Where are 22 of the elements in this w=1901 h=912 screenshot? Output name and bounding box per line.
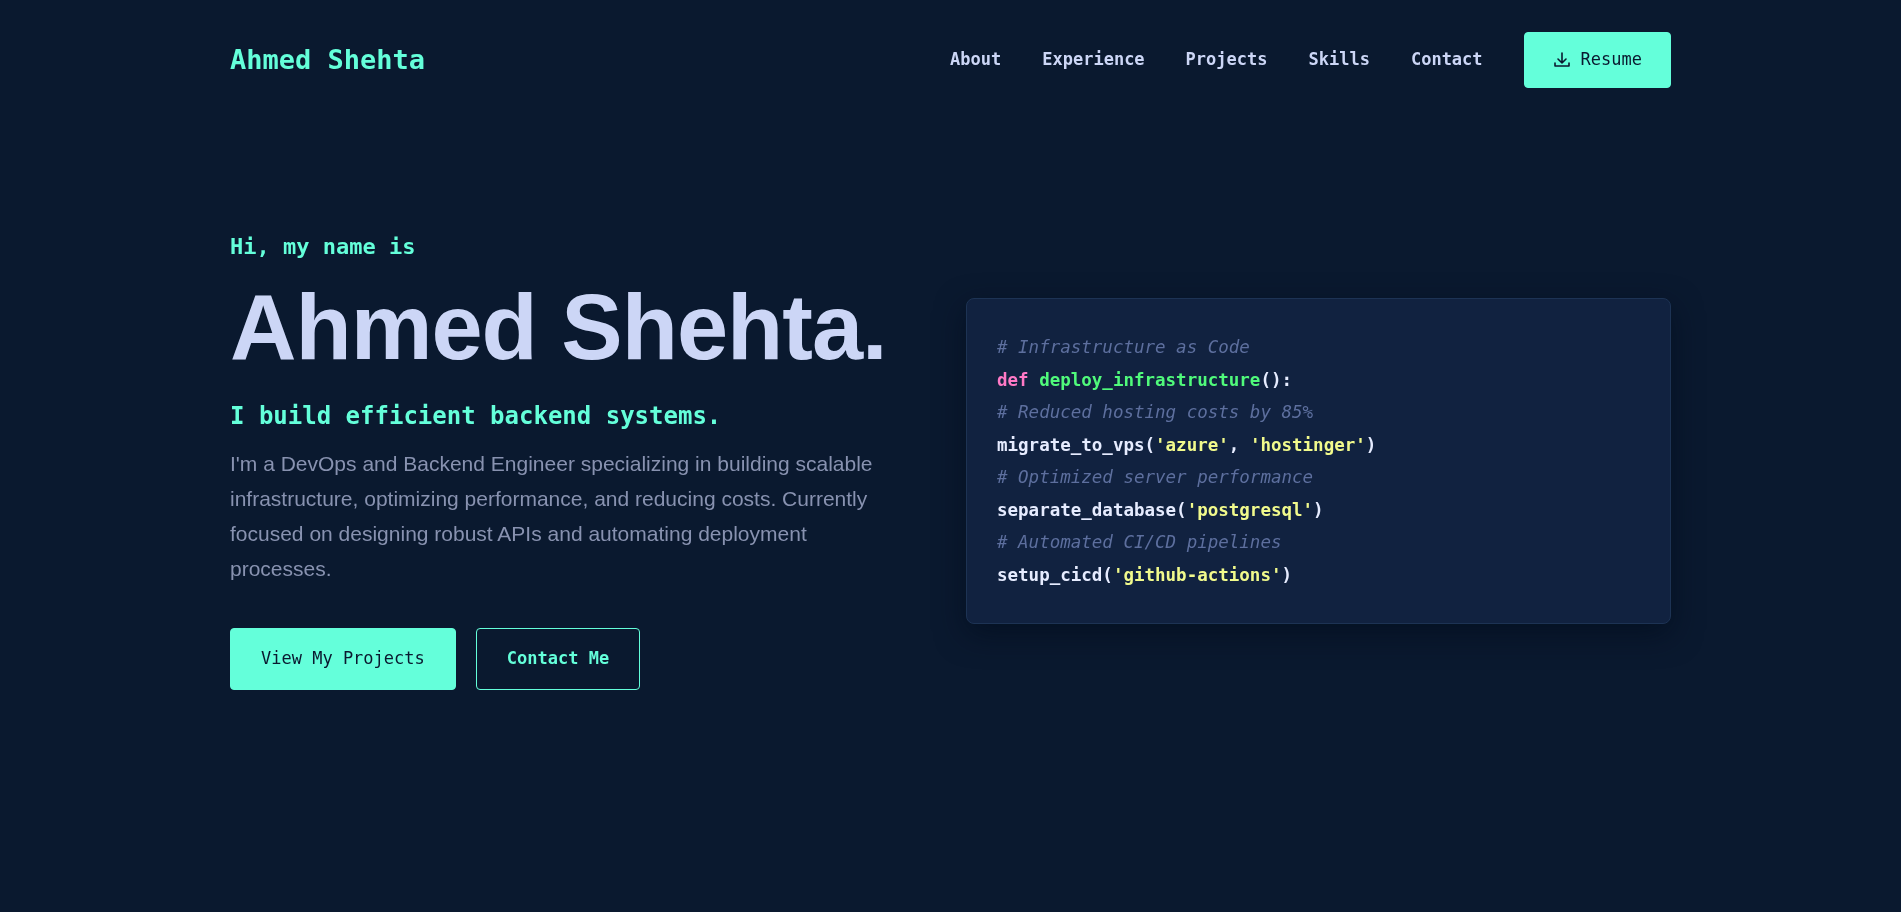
contact-button[interactable]: Contact Me [475,628,641,690]
code-line: def deploy_infrastructure(): [997,368,1294,392]
download-icon [1552,51,1571,69]
code-line: # Automated CI/CD pipelines [997,531,1283,554]
nav-link[interactable]: Experience [1042,47,1145,73]
logo[interactable]: Ahmed Shehta [230,39,426,81]
code-line: separate_database('postgresql') [997,498,1325,522]
nav-link[interactable]: Contact [1410,47,1483,73]
code-line: # Reduced hosting costs by 85% [997,401,1315,424]
greeting: Hi, my name is [230,233,417,261]
nav-link[interactable]: Projects [1185,47,1268,73]
code-line: migrate_to_vps('azure', 'hostinger') [997,433,1378,457]
projects-button[interactable]: View My Projects [230,628,456,690]
resume-button[interactable]: Resume [1523,32,1671,88]
nav-link[interactable]: Skills [1308,47,1370,73]
nav-link[interactable]: About [950,47,1002,73]
tagline: I build efficient backend systems. [230,401,723,433]
code-line: # Infrastructure as Code [997,336,1251,359]
hero-heading: Ahmed Shehta. [230,277,888,379]
description: I'm a DevOps and Backend Engineer specializing in building scalable infrastructure, optimizing performance, and reducing costs. Currently focused on designing robust APIs and automating deployment processes. [230,451,874,583]
code-line: # Optimized server performance [997,466,1315,489]
code-line: setup_cicd('github-actions') [997,563,1294,587]
